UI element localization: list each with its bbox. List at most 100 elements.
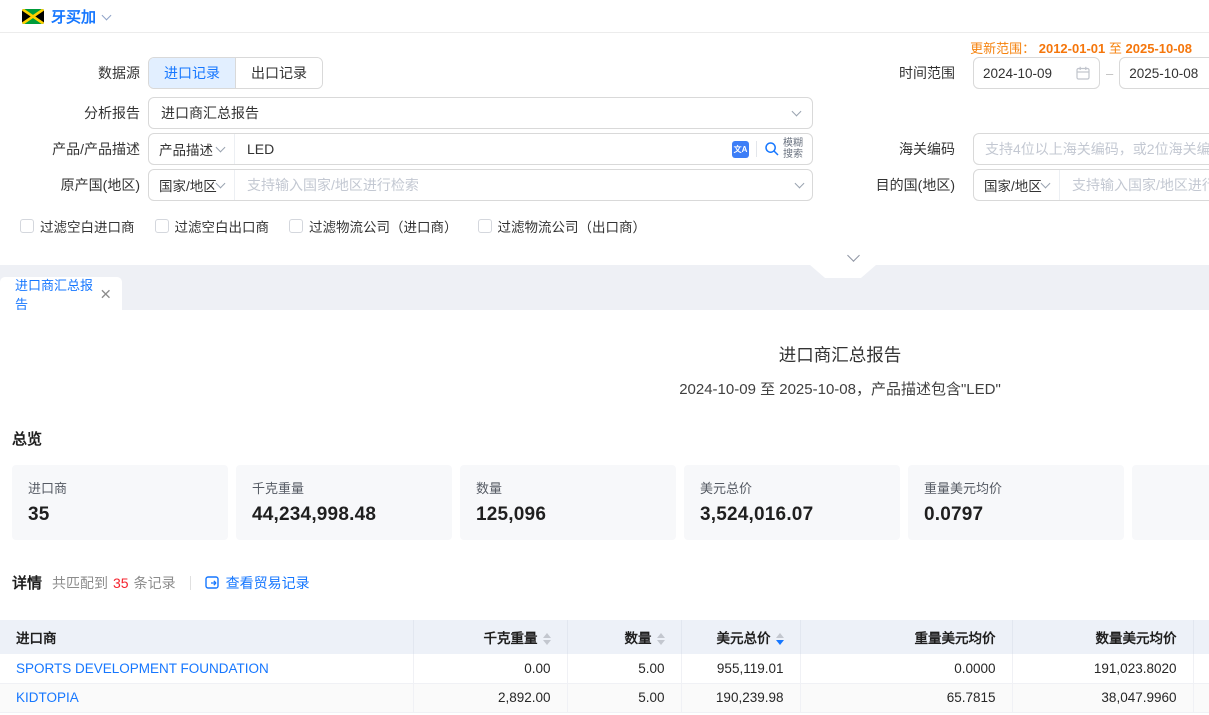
checkbox-filter-logistics-exporter[interactable]: 过滤物流公司（出口商） <box>478 216 647 236</box>
stat-card-usd-per-kg: 重量美元均价 0.0797 <box>908 465 1124 540</box>
origin-field-value: 国家/地区 <box>159 175 217 195</box>
update-range-to-word: 至 <box>1109 41 1122 56</box>
divider <box>190 576 191 590</box>
hs-code-input[interactable] <box>974 134 1209 164</box>
filter-checkbox-row: 过滤空白进口商 过滤空白出口商 过滤物流公司（进口商） 过滤物流公司（出口商） <box>20 216 646 236</box>
origin-input[interactable] <box>235 170 796 200</box>
tab-import-records[interactable]: 进口记录 <box>149 58 235 88</box>
checkbox-icon <box>478 219 492 233</box>
col-usd-per-qty: 数量美元均价 <box>1012 620 1193 654</box>
col-usd-total[interactable]: 美元总价 <box>681 620 800 654</box>
cell-usd: 955,119.01 <box>681 654 800 683</box>
cell-clipped <box>1193 683 1209 712</box>
importer-table: 进口商 千克重量 数量 美元总价 重量美元均价 数量美元均价 <box>0 620 1209 713</box>
checkbox-icon <box>289 219 303 233</box>
match-suffix: 条记录 <box>134 573 176 593</box>
sort-icon[interactable] <box>657 633 665 645</box>
tab-title: 进口商汇总报告 <box>15 275 101 313</box>
origin-field-select[interactable]: 国家/地区 <box>149 170 235 200</box>
stat-card-quantity: 数量 125,096 <box>460 465 676 540</box>
chevron-down-icon <box>1041 179 1051 189</box>
translate-icon[interactable]: 文A <box>732 141 749 158</box>
cell-kg: 2,892.00 <box>413 683 567 712</box>
start-date-input[interactable] <box>983 66 1067 81</box>
time-range-label: 时间范围 <box>830 57 955 89</box>
cell-qty: 5.00 <box>567 654 681 683</box>
chevron-down-icon <box>216 179 226 189</box>
cell-clipped <box>1193 654 1209 683</box>
checkbox-filter-blank-importer[interactable]: 过滤空白进口商 <box>20 216 135 236</box>
stat-card-kg-weight: 千克重量 44,234,998.48 <box>236 465 452 540</box>
update-range: 更新范围： 2012-01-01 至 2025-10-08 <box>970 38 1192 57</box>
jamaica-flag-icon <box>22 9 44 24</box>
end-date-input[interactable] <box>1129 66 1209 81</box>
origin-group: 国家/地区 <box>148 169 813 201</box>
checkbox-icon <box>20 219 34 233</box>
checkbox-filter-blank-exporter[interactable]: 过滤空白出口商 <box>155 216 270 236</box>
cell-usd-per-qty: 38,047.9960 <box>1012 683 1193 712</box>
filter-collapse-notch <box>810 265 876 278</box>
col-quantity[interactable]: 数量 <box>567 620 681 654</box>
product-keyword-input[interactable] <box>235 134 732 164</box>
checkbox-filter-logistics-importer[interactable]: 过滤物流公司（进口商） <box>289 216 458 236</box>
cell-usd-per-kg: 0.0000 <box>800 654 1012 683</box>
tab-importer-summary-report[interactable]: 进口商汇总报告 <box>0 277 122 310</box>
cell-kg: 0.00 <box>413 654 567 683</box>
origin-label: 原产国(地区) <box>0 169 140 201</box>
report-content: 进口商汇总报告 2024-10-09 至 2025-10-08，产品描述包含"L… <box>0 310 1209 715</box>
sort-icon-active[interactable] <box>776 633 784 645</box>
country-name: 牙买加 <box>51 6 96 27</box>
tab-strip: 进口商汇总报告 <box>0 265 1209 310</box>
country-switcher[interactable]: 牙买加 <box>22 6 110 27</box>
stat-card-usd-total: 美元总价 3,524,016.07 <box>684 465 900 540</box>
update-range-from: 2012-01-01 <box>1039 41 1106 56</box>
tab-export-records[interactable]: 出口记录 <box>235 58 322 88</box>
cell-usd: 190,239.98 <box>681 683 800 712</box>
report-select-label: 分析报告 <box>0 97 140 129</box>
col-clipped <box>1193 620 1209 654</box>
product-search-group: 产品描述 文A 模糊 <box>148 133 813 165</box>
calendar-icon[interactable] <box>1076 66 1090 80</box>
match-count: 35 <box>113 575 129 591</box>
product-label: 产品/产品描述 <box>0 133 140 165</box>
col-kg-weight[interactable]: 千克重量 <box>413 620 567 654</box>
report-type-select[interactable]: 进口商汇总报告 <box>148 97 813 129</box>
product-field-value: 产品描述 <box>159 139 213 159</box>
chevron-down-icon <box>102 10 112 20</box>
table-row: SPORTS DEVELOPMENT FOUNDATION 0.00 5.00 … <box>0 654 1209 683</box>
view-records-icon <box>205 576 220 590</box>
table-row: KIDTOPIA 2,892.00 5.00 190,239.98 65.781… <box>0 683 1209 712</box>
hs-code-label: 海关编码 <box>830 133 955 165</box>
update-range-label: 更新范围： <box>970 41 1035 56</box>
close-icon[interactable] <box>101 289 110 299</box>
cell-usd-per-qty: 191,023.8020 <box>1012 654 1193 683</box>
divider <box>756 141 757 157</box>
product-field-select[interactable]: 产品描述 <box>149 134 235 164</box>
chevron-down-icon <box>795 179 805 189</box>
data-source-label: 数据源 <box>0 57 140 89</box>
end-date-input-wrap <box>1119 57 1209 89</box>
destination-field-select[interactable]: 国家/地区 <box>974 170 1060 200</box>
magnifier-icon <box>764 141 780 157</box>
top-bar: 牙买加 <box>0 0 1209 33</box>
stat-card-importers: 进口商 35 <box>12 465 228 540</box>
importer-link[interactable]: KIDTOPIA <box>16 690 79 705</box>
table-header-row: 进口商 千克重量 数量 美元总价 重量美元均价 数量美元均价 <box>0 620 1209 654</box>
overview-cards: 进口商 35 千克重量 44,234,998.48 数量 125,096 美元总… <box>12 465 1209 540</box>
match-prefix: 共匹配到 <box>52 573 108 593</box>
destination-input[interactable] <box>1060 170 1209 200</box>
filter-panel: 更新范围： 2012-01-01 至 2025-10-08 数据源 进口记录 出… <box>0 34 1209 265</box>
report-type-value: 进口商汇总报告 <box>161 103 259 123</box>
view-trade-records-link[interactable]: 查看贸易记录 <box>205 573 310 593</box>
checkbox-icon <box>155 219 169 233</box>
fuzzy-search-label: 模糊 搜索 <box>783 138 803 160</box>
report-title: 进口商汇总报告 <box>0 342 1209 367</box>
importer-link[interactable]: SPORTS DEVELOPMENT FOUNDATION <box>16 661 269 676</box>
destination-label: 目的国(地区) <box>830 169 955 201</box>
report-subtitle: 2024-10-09 至 2025-10-08，产品描述包含"LED" <box>0 378 1209 399</box>
col-usd-per-kg: 重量美元均价 <box>800 620 1012 654</box>
cell-usd-per-kg: 65.7815 <box>800 683 1012 712</box>
sort-icon[interactable] <box>543 633 551 645</box>
fuzzy-search-toggle[interactable]: 模糊 搜索 <box>764 138 803 160</box>
destination-group: 国家/地区 <box>973 169 1209 201</box>
